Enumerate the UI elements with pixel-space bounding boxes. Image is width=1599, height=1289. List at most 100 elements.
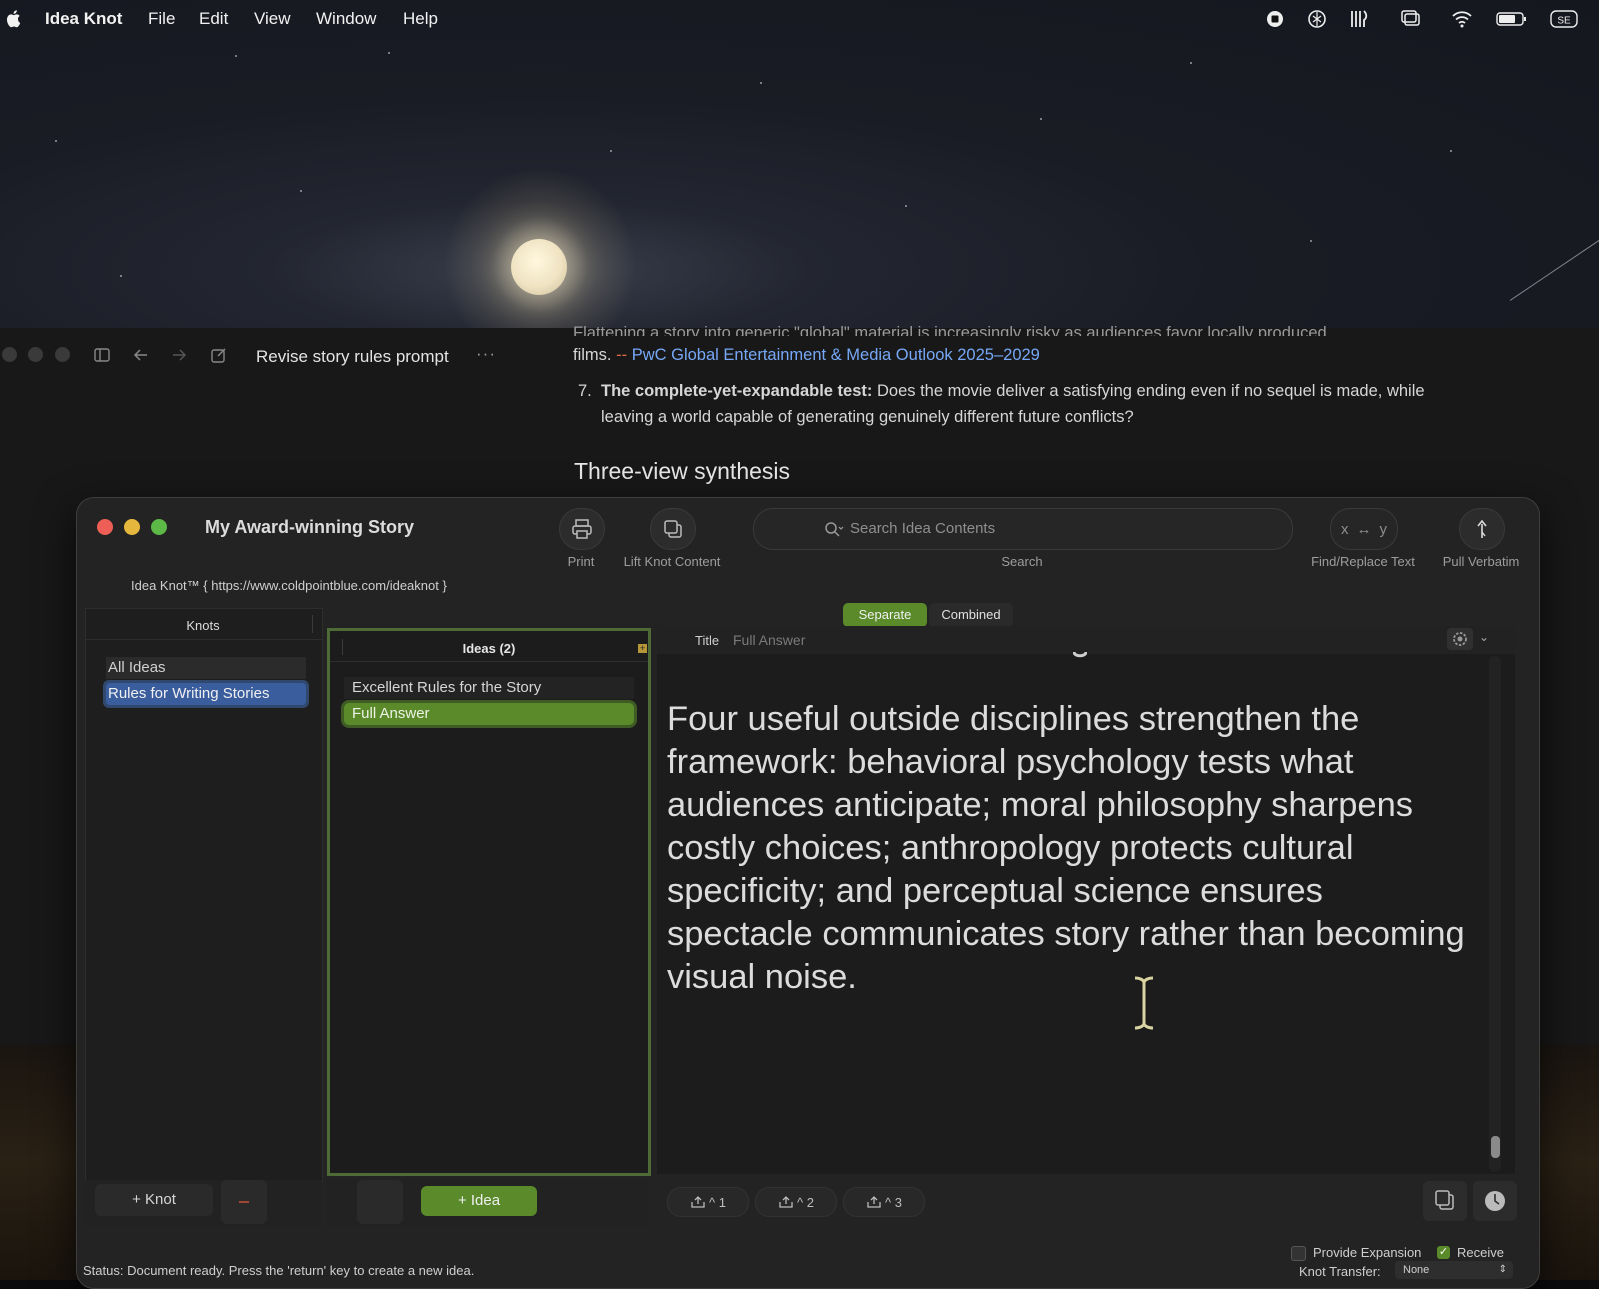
- section-heading: Three-view synthesis: [574, 458, 791, 484]
- window-title: My Award-winning Story: [205, 517, 415, 537]
- minimize-button[interactable]: [124, 519, 140, 535]
- star: [300, 190, 302, 192]
- ideas-header-label: Ideas (2): [462, 641, 516, 656]
- remove-knot-button[interactable]: [221, 1180, 267, 1224]
- idea-item-excellent-rules[interactable]: Excellent Rules for the Story: [344, 677, 634, 699]
- ai-assistant-icon[interactable]: [1306, 9, 1328, 29]
- select-arrows-icon: ⇕: [1498, 1264, 1507, 1275]
- record-icon[interactable]: [1264, 9, 1286, 29]
- compose-icon[interactable]: [210, 346, 228, 364]
- expand-tray-icon: [779, 1196, 793, 1208]
- lift-knot-content-button[interactable]: [650, 508, 696, 550]
- forward-arrow-icon[interactable]: [170, 346, 188, 364]
- star: [1040, 118, 1042, 120]
- svg-text:SE: SE: [1557, 16, 1571, 27]
- pull-verbatim-button[interactable]: [1459, 508, 1505, 550]
- add-knot-button[interactable]: + Knot: [95, 1184, 213, 1216]
- editor-scroll-track[interactable]: [1489, 656, 1501, 1172]
- title-field[interactable]: Full Answer: [733, 632, 805, 648]
- expansion-level-3-button[interactable]: ^ 3: [843, 1187, 925, 1217]
- windows-icon[interactable]: [1400, 9, 1422, 29]
- chevron-down-icon[interactable]: ⌄: [1479, 630, 1489, 644]
- zoom-button[interactable]: [151, 519, 167, 535]
- expansion-level-1-button[interactable]: ^ 1: [667, 1187, 749, 1217]
- print-label: Print: [567, 554, 595, 569]
- list-item-7: 7. The complete-yet-expandable test: Doe…: [573, 378, 1453, 431]
- knot-item-rules-for-writing-stories[interactable]: Rules for Writing Stories: [103, 680, 309, 708]
- zoom-button-inactive[interactable]: [55, 347, 70, 362]
- expansion-level-2-button[interactable]: ^ 2: [755, 1187, 837, 1217]
- idea-editor[interactable]: Title Full Answer ⌄ Four useful outside …: [657, 626, 1515, 1174]
- idea-knot-window: My Award-winning Story Print Lift Knot C…: [76, 497, 1540, 1289]
- search-field[interactable]: Search Idea Contents: [753, 508, 1293, 550]
- menu-window[interactable]: Window: [316, 9, 376, 29]
- star: [905, 205, 907, 207]
- find-x-glyph: x: [1341, 520, 1349, 538]
- moon: [511, 239, 567, 295]
- menu-edit[interactable]: Edit: [199, 9, 228, 29]
- star: [760, 82, 762, 84]
- expansion-level-label: ^ 3: [885, 1194, 902, 1210]
- menu-file[interactable]: File: [148, 9, 175, 29]
- copy-button[interactable]: [1423, 1181, 1467, 1221]
- wifi-icon[interactable]: [1451, 9, 1473, 29]
- knot-transfer-select[interactable]: None ⇕: [1395, 1261, 1513, 1279]
- receive-label: Receive: [1457, 1245, 1504, 1260]
- more-options-icon[interactable]: ···: [476, 344, 496, 364]
- battery-icon[interactable]: [1496, 9, 1528, 29]
- meteor-streak: [1509, 238, 1599, 301]
- knot-item-all-ideas[interactable]: All Ideas: [106, 657, 306, 679]
- ideas-bottom-bar: + Idea: [327, 1180, 649, 1226]
- star: [1450, 150, 1452, 152]
- idea-body-text[interactable]: Four useful outside disciplines strength…: [667, 698, 1467, 999]
- clock-icon: [1485, 1191, 1505, 1211]
- product-url-line[interactable]: Idea Knot™ { https://www.coldpointblue.c…: [131, 578, 447, 593]
- star: [388, 52, 390, 54]
- faded-text-line: Flattening a story into generic "global"…: [573, 324, 1327, 336]
- utensils-icon[interactable]: [1348, 9, 1370, 29]
- remove-idea-button[interactable]: [357, 1180, 403, 1224]
- close-button-inactive[interactable]: [2, 347, 17, 362]
- segment-combined[interactable]: Combined: [929, 603, 1013, 627]
- chat-message-text: Flattening a story into generic "global"…: [573, 320, 1453, 431]
- apple-icon[interactable]: [5, 9, 21, 28]
- citation-prefix: films.: [573, 346, 612, 364]
- pull-arrow-icon: [1477, 519, 1487, 538]
- star: [120, 275, 122, 277]
- menu-view[interactable]: View: [254, 9, 291, 29]
- knots-header-label: Knots: [186, 618, 220, 633]
- expansion-level-label: ^ 1: [709, 1194, 726, 1210]
- menu-app-name[interactable]: Idea Knot: [45, 9, 122, 29]
- user-switcher-icon[interactable]: SE: [1550, 9, 1578, 29]
- list-item-bold: The complete-yet-expandable test:: [601, 381, 873, 400]
- text-cursor-icon: [1134, 975, 1154, 1031]
- idea-item-full-answer[interactable]: Full Answer: [344, 703, 634, 725]
- gear-icon: [1453, 632, 1467, 646]
- close-button[interactable]: [97, 519, 113, 535]
- minimize-button-inactive[interactable]: [28, 347, 43, 362]
- star: [610, 150, 612, 152]
- find-replace-label: Find/Replace Text: [1311, 554, 1415, 569]
- receive-checkbox[interactable]: ✓: [1437, 1246, 1450, 1259]
- add-column-icon[interactable]: +: [638, 644, 647, 653]
- search-label: Search: [1001, 554, 1043, 569]
- settings-gear-button[interactable]: [1447, 628, 1473, 650]
- conversation-title[interactable]: Revise story rules prompt: [256, 347, 449, 367]
- back-arrow-icon[interactable]: [132, 346, 150, 364]
- sidebar-toggle-icon[interactable]: [93, 346, 111, 364]
- search-icon: [825, 522, 844, 537]
- add-idea-button[interactable]: + Idea: [421, 1186, 537, 1216]
- citation-line: films. -⁠- PwC Global Entertainment & Me…: [573, 342, 1453, 369]
- column-divider: [312, 615, 313, 633]
- segment-separate[interactable]: Separate: [843, 603, 927, 627]
- knots-header: Knots: [86, 609, 322, 640]
- menu-help[interactable]: Help: [403, 9, 438, 29]
- history-button[interactable]: [1473, 1181, 1517, 1221]
- provide-expansion-checkbox[interactable]: [1291, 1246, 1306, 1261]
- printer-icon: [572, 519, 592, 539]
- citation-link[interactable]: PwC Global Entertainment & Media Outlook…: [632, 346, 1040, 364]
- star: [235, 55, 237, 57]
- find-replace-button[interactable]: x ↔ y: [1330, 508, 1398, 550]
- editor-scroll-thumb[interactable]: [1491, 1136, 1500, 1158]
- print-button[interactable]: [559, 508, 605, 550]
